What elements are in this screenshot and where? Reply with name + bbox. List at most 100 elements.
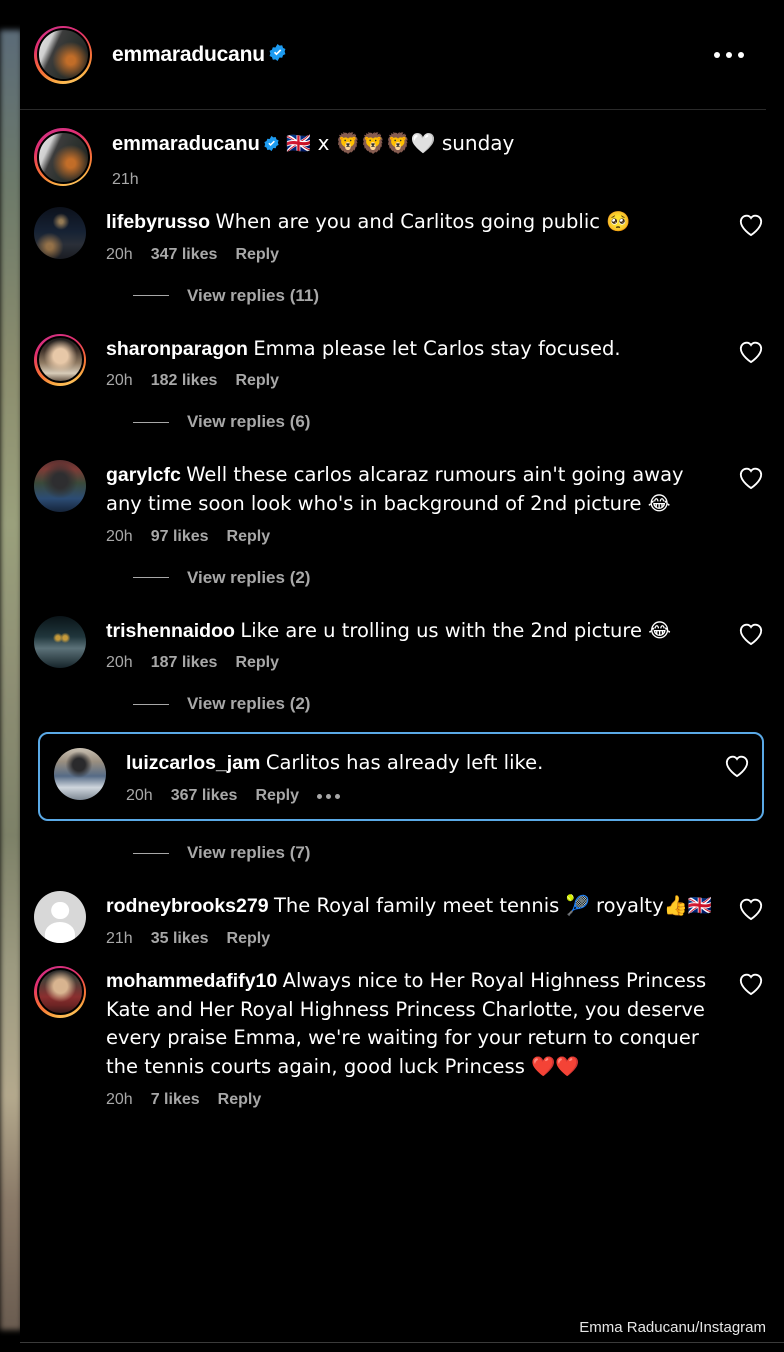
caption-timestamp: 21h [112,171,139,188]
comment-body: Well these carlos alcaraz rumours ain't … [106,463,684,516]
avatar[interactable] [54,748,106,801]
comment-username[interactable]: rodneybrooks279 [106,895,269,917]
view-replies-label: View replies (7) [187,843,311,863]
comments-list: lifebyrusso When are you and Carlitos go… [20,189,784,1109]
comment-text-line: trishennaidoo Like are u trolling us wit… [106,617,724,646]
comment-item[interactable]: sharonparagon Emma please let Carlos sta… [20,316,784,391]
dot [726,51,732,58]
comment-item[interactable]: rodneybrooks279 The Royal family meet te… [20,873,784,948]
comment-options-icon[interactable] [317,793,341,799]
comment-meta: 20h 347 likes Reply [106,246,724,264]
comment-reply-button[interactable]: Reply [235,372,279,390]
image-credit: Emma Raducanu/Instagram [579,1319,766,1336]
comment-likes[interactable]: 367 likes [171,787,238,805]
comment-item[interactable]: trishennaidoo Like are u trolling us wit… [20,598,784,673]
avatar[interactable] [34,128,92,186]
view-replies-dash-icon [133,577,169,579]
caption-username[interactable]: emmaraducanu [112,133,260,155]
verified-badge-icon [263,133,280,160]
view-replies-dash-icon [133,852,169,854]
comment-timestamp: 21h [106,929,133,947]
comment-reply-button[interactable]: Reply [227,528,271,546]
comment-text-line: luizcarlos_jam Carlitos has already left… [126,749,710,778]
comment-username[interactable]: luizcarlos_jam [126,752,260,774]
view-replies-label: View replies (2) [187,567,311,587]
comment-timestamp: 20h [106,372,133,390]
comment-username[interactable]: trishennaidoo [106,620,235,642]
view-replies-button[interactable]: View replies (2) [20,546,784,598]
comment-body: Carlitos has already left like. [265,751,544,775]
post-caption: emmaraducanu 🇬🇧 x 🦁🦁🦁🤍 sunday 21h [20,110,784,189]
comment-reply-button[interactable]: Reply [218,1091,262,1109]
avatar-image [34,207,86,259]
post-header: emmaraducanu [20,0,766,110]
avatar[interactable] [34,460,86,513]
comment-body: Like are u trolling us with the 2nd pict… [240,618,671,642]
comment-meta: 20h 97 likes Reply [106,528,724,546]
avatar-image [34,891,86,944]
view-replies-button[interactable]: View replies (2) [20,672,784,724]
instagram-comments-panel: emmaraducanu emmaraducanu 🇬🇧 x 🦁🦁🦁🤍 sund… [20,0,784,1352]
view-replies-label: View replies (11) [187,285,319,305]
avatar-image [34,615,86,668]
comment-text-line: mohammedafify10 Always nice to Her Royal… [106,967,724,1082]
dot [335,793,341,799]
comment-reply-button[interactable]: Reply [235,654,279,672]
caption-text: 🇬🇧 x 🦁🦁🦁🤍 sunday [286,131,515,155]
comment-item[interactable]: mohammedafify10 Always nice to Her Royal… [20,948,784,1109]
comment-text-line: sharonparagon Emma please let Carlos sta… [106,335,724,364]
comment-likes[interactable]: 35 likes [151,930,209,948]
like-comment-icon[interactable] [738,334,764,391]
view-replies-dash-icon [133,421,169,423]
comment-timestamp: 20h [106,654,133,672]
avatar[interactable] [34,891,86,944]
comment-username[interactable]: lifebyrusso [106,211,210,233]
comment-item[interactable]: luizcarlos_jam Carlitos has already left… [38,732,764,822]
like-comment-icon[interactable] [738,616,764,673]
comment-meta: 20h 367 likes Reply [126,787,710,805]
comment-body: When are you and Carlitos going public 🥺 [215,210,631,233]
avatar[interactable] [34,965,86,1018]
comment-meta: 21h 35 likes Reply [106,930,724,948]
bottom-divider [20,1342,784,1343]
comment-body: The Royal family meet tennis 🎾 royalty👍🇬… [273,894,713,918]
comment-likes[interactable]: 97 likes [151,528,209,546]
view-replies-label: View replies (6) [187,412,311,432]
comment-reply-button[interactable]: Reply [227,930,271,948]
view-replies-dash-icon [133,703,169,705]
comment-likes[interactable]: 347 likes [151,246,218,264]
avatar[interactable] [34,333,86,386]
like-comment-icon[interactable] [724,748,750,805]
like-comment-icon[interactable] [738,966,764,1109]
like-comment-icon[interactable] [738,207,764,264]
view-replies-button[interactable]: View replies (11) [20,264,784,316]
like-comment-icon[interactable] [738,460,764,545]
view-replies-button[interactable]: View replies (7) [20,821,784,873]
comment-username[interactable]: mohammedafify10 [106,970,277,992]
view-replies-button[interactable]: View replies (6) [20,390,784,442]
avatar[interactable] [34,615,86,668]
comment-likes[interactable]: 182 likes [151,372,218,390]
comment-item[interactable]: lifebyrusso When are you and Carlitos go… [20,189,784,264]
dot [738,51,744,58]
comment-username[interactable]: sharonparagon [106,338,248,360]
dot [317,793,323,799]
comment-item[interactable]: garylcfc Well these carlos alcaraz rumou… [20,442,784,545]
comment-text-line: rodneybrooks279 The Royal family meet te… [106,892,724,921]
avatar[interactable] [34,207,86,259]
like-comment-icon[interactable] [738,891,764,948]
comment-reply-button[interactable]: Reply [235,246,279,264]
comment-likes[interactable]: 187 likes [151,654,218,672]
verified-badge-icon [268,43,287,67]
post-author-username[interactable]: emmaraducanu [112,43,265,67]
post-options-menu-icon[interactable] [714,51,744,58]
comment-reply-button[interactable]: Reply [255,787,299,805]
comment-timestamp: 20h [126,787,153,805]
comment-meta: 20h 182 likes Reply [106,372,724,390]
avatar-image [36,28,90,81]
avatar[interactable] [34,25,92,84]
comment-username[interactable]: garylcfc [106,464,181,486]
view-replies-label: View replies (2) [187,694,311,714]
comment-likes[interactable]: 7 likes [151,1091,200,1109]
avatar-image [36,968,84,1016]
